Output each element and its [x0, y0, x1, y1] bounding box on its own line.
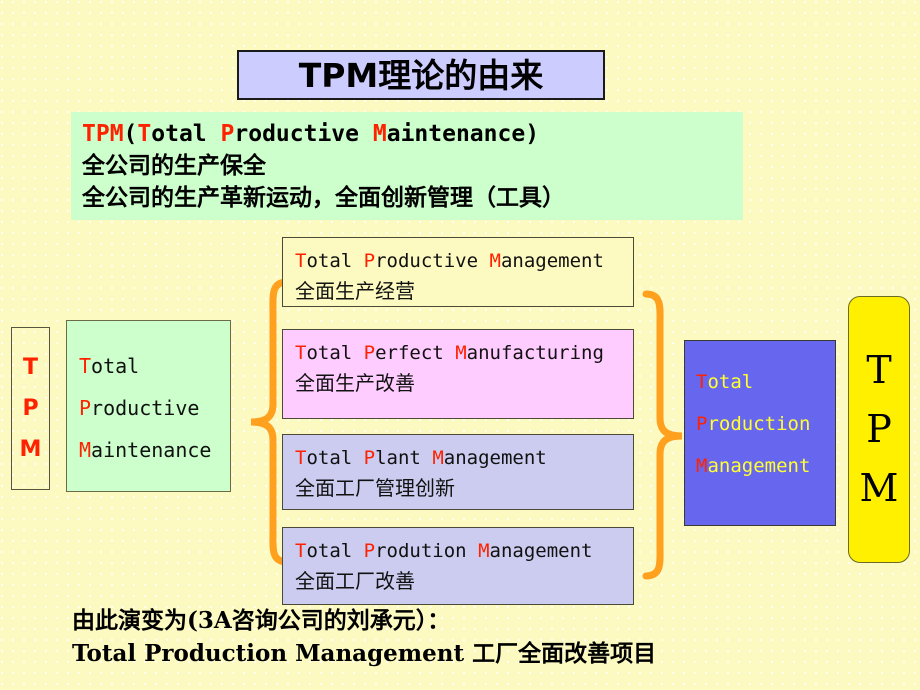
result-initial-t: T — [696, 371, 708, 393]
definition-initial-t: T — [137, 121, 152, 147]
definition-paren-close: ) — [525, 121, 540, 147]
variant-2-word-1: otal — [306, 447, 364, 469]
tpm-expansion-initial-t: T — [79, 354, 92, 378]
variant-2-word-3: anagement — [443, 447, 547, 469]
tpm-expansion-rest-maintenance: aintenance — [91, 438, 212, 462]
footer-note: 由此演变为(3A咨询公司的刘承元）： Total Production Mana… — [72, 604, 772, 670]
variant-3-word-1: otal — [306, 540, 364, 562]
variant-box-total-productive-management: Total Productive Management 全面生产经营 — [282, 237, 634, 307]
definition-line-1: TPM(Total Productive Maintenance) — [82, 118, 743, 150]
tpm-expansion-rest-productive: roductive — [91, 396, 200, 420]
variant-2-word-2: lant — [375, 447, 433, 469]
variant-3-english: Total Prodution Management — [295, 537, 633, 566]
footer-line-1: 由此演变为(3A咨询公司的刘承元）： — [72, 607, 451, 634]
variant-1-word-3: anufacturing — [466, 342, 604, 364]
tpm-strip-letter-m: M — [19, 437, 42, 462]
right-curly-brace-icon — [642, 290, 683, 580]
variant-3-initial-p: P — [363, 540, 376, 562]
variant-0-initial-m: M — [489, 250, 501, 272]
definition-word-maintenance: aintenance — [386, 121, 526, 147]
variant-1-english: Total Perfect Manufacturing — [295, 339, 633, 368]
tpm-vertical-strip-right: T P M — [848, 296, 910, 563]
result-rest-total: otal — [707, 371, 754, 393]
tpm-expansion-rest-total: otal — [91, 354, 140, 378]
tpm-strip-letter-p: P — [22, 396, 39, 421]
variant-3-initial-m: M — [478, 540, 490, 562]
variant-1-word-2: erfect — [375, 342, 456, 364]
definition-initial-p: P — [220, 121, 235, 147]
variant-2-english: Total Plant Management — [295, 444, 633, 473]
tpm-expansion-word-total: Total — [79, 345, 230, 387]
tpm-expansion-initial-m: M — [79, 438, 92, 462]
result-rest-production: roduction — [707, 413, 811, 435]
page-title: TPM理论的由来 — [298, 55, 544, 95]
variant-0-word-3: anagement — [500, 250, 604, 272]
variant-0-initial-t: T — [295, 250, 307, 272]
definition-paren-open: ( — [123, 121, 138, 147]
variant-2-initial-m: M — [432, 447, 444, 469]
tpm-expansion-initial-p: P — [79, 396, 92, 420]
tpm-yellow-letter-m: M — [859, 466, 899, 510]
definition-line-2: 全公司的生产保全 — [82, 153, 266, 179]
variant-2-initial-t: T — [295, 447, 307, 469]
variant-1-word-1: otal — [306, 342, 364, 364]
tpm-strip-letter-t: T — [22, 355, 38, 380]
variant-3-word-3: anagement — [489, 540, 593, 562]
slide-canvas: TPM理论的由来 TPM(Total Productive Maintenanc… — [0, 0, 920, 690]
variant-3-chinese: 全面工厂改善 — [295, 569, 415, 593]
variant-box-total-plant-management: Total Plant Management 全面工厂管理创新 — [282, 434, 634, 510]
variant-2-chinese: 全面工厂管理创新 — [295, 476, 455, 500]
definition-word-productive: roductive — [234, 121, 373, 147]
tpm-yellow-letter-t: T — [866, 348, 892, 392]
variant-1-initial-m: M — [455, 342, 467, 364]
variant-0-word-1: otal — [306, 250, 364, 272]
variant-1-initial-t: T — [295, 342, 307, 364]
tpm-vertical-strip-left: T P M — [11, 327, 50, 490]
left-curly-brace-icon — [250, 278, 291, 566]
variant-1-chinese: 全面生产改善 — [295, 371, 415, 395]
variant-1-initial-p: P — [363, 342, 376, 364]
result-rest-management: anagement — [707, 455, 811, 477]
footer-line-2: Total Production Management 工厂全面改善项目 — [72, 640, 657, 667]
variant-box-total-prodution-management: Total Prodution Management 全面工厂改善 — [282, 527, 634, 605]
slide-title-box: TPM理论的由来 — [237, 50, 605, 100]
definition-word-total: otal — [151, 121, 221, 147]
result-initial-m: M — [696, 455, 708, 477]
variant-2-initial-p: P — [363, 447, 376, 469]
variant-0-english: Total Productive Management — [295, 247, 633, 276]
tpm-expansion-word-maintenance: Maintenance — [79, 429, 230, 471]
tpm-expansion-word-productive: Productive — [79, 387, 230, 429]
result-initial-p: P — [696, 413, 708, 435]
result-box-total-production-management: Total Production Management — [684, 340, 836, 526]
definition-tpm-abbrev: TPM — [82, 121, 124, 147]
tpm-expansion-box: Total Productive Maintenance — [66, 320, 231, 492]
variant-3-word-2: rodution — [375, 540, 479, 562]
tpm-yellow-letter-p: P — [866, 407, 892, 451]
definition-box: TPM(Total Productive Maintenance) 全公司的生产… — [71, 112, 743, 220]
result-word-production: Production — [696, 403, 835, 445]
variant-0-word-2: roductive — [375, 250, 490, 272]
definition-line-3: 全公司的生产革新运动，全面创新管理（工具） — [82, 185, 565, 211]
result-word-management: Management — [696, 445, 835, 487]
variant-0-chinese: 全面生产经营 — [295, 279, 415, 303]
variant-box-total-perfect-manufacturing: Total Perfect Manufacturing 全面生产改善 — [282, 329, 634, 419]
variant-0-initial-p: P — [363, 250, 376, 272]
result-word-total: Total — [696, 361, 835, 403]
definition-initial-m: M — [372, 121, 387, 147]
variant-3-initial-t: T — [295, 540, 307, 562]
